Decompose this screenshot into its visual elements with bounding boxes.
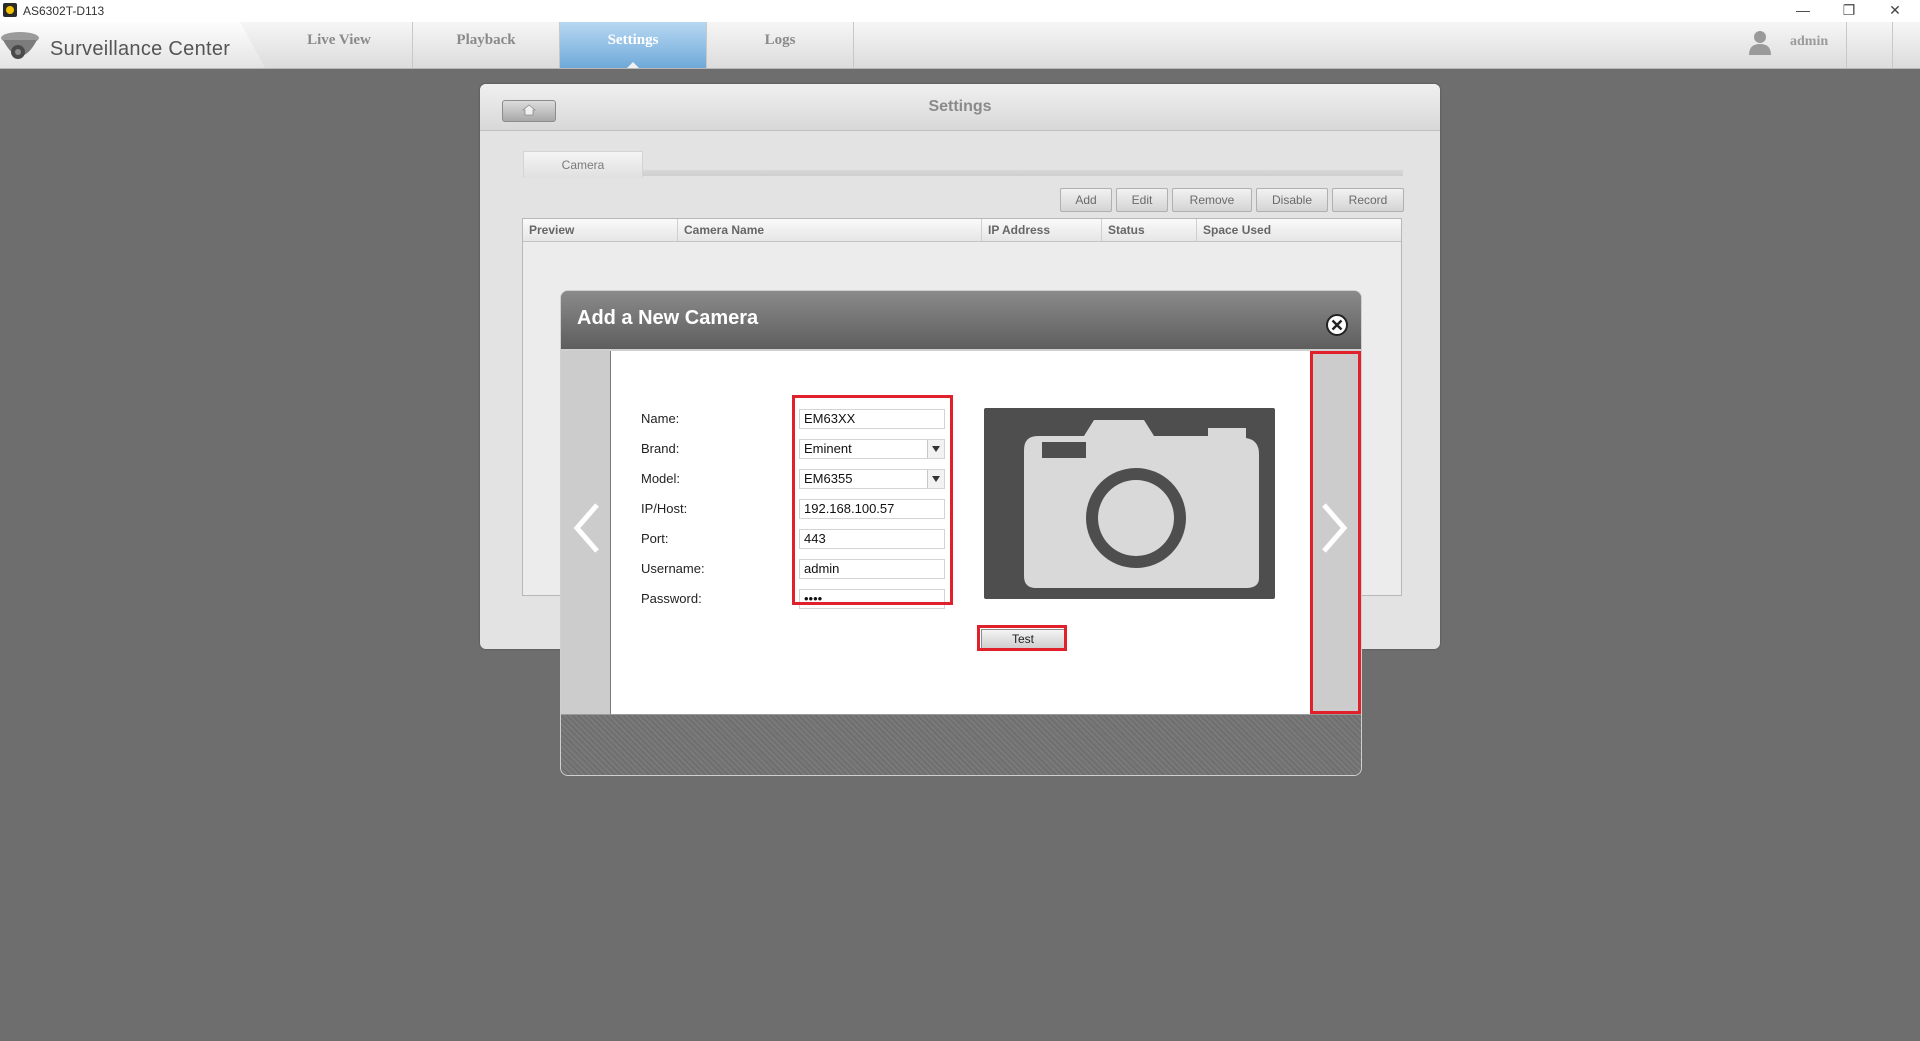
add-button[interactable]: Add [1060,188,1112,212]
user-name: admin [1790,34,1829,49]
record-button[interactable]: Record [1332,188,1404,212]
name-label: Name: [641,411,680,426]
next-button[interactable] [1310,351,1361,714]
user-menu[interactable]: admin [1740,22,1920,68]
dialog-body: Name: Brand: Model: IP/Host: Port: Usern… [611,351,1310,714]
column-header[interactable]: Status [1102,219,1197,241]
fields-highlight [792,395,953,605]
brand-label: Brand: [641,441,680,456]
next-highlight [1310,351,1361,714]
remove-button[interactable]: Remove [1172,188,1252,212]
settings-header: Settings [480,84,1440,131]
minimize-button[interactable]: — [1780,0,1826,22]
disable-button[interactable]: Disable [1256,188,1328,212]
tab-settings[interactable]: Settings [560,22,707,68]
dialog-footer [561,714,1361,775]
dialog-header: Add a New Camera [561,291,1361,351]
column-header[interactable]: Preview [523,219,678,241]
model-label: Model: [641,471,681,486]
page-title: Settings [928,98,992,115]
dome-camera-icon [1,32,39,59]
window-titlebar: AS6302T-D113 — ❐ ✕ [0,0,1920,23]
add-camera-dialog: Add a New Camera Name: Brand: Model: IP/… [560,290,1362,776]
port-label: Port: [641,531,669,546]
tab-live-view[interactable]: Live View [266,22,413,68]
tab-logs[interactable]: Logs [707,22,854,68]
app-name: Surveillance Center [50,38,231,60]
camera-icon [1024,420,1259,588]
chevron-left-icon [573,503,599,553]
divider [1846,22,1847,68]
column-header[interactable]: IP Address [982,219,1102,241]
divider [1892,22,1893,68]
previous-button[interactable] [561,351,610,714]
ip-host-label: IP/Host: [641,501,688,516]
tab-camera[interactable]: Camera [523,151,643,178]
dialog-title: Add a New Camera [577,307,759,329]
close-icon[interactable] [1325,313,1349,337]
table-header: Preview Camera Name IP Address Status Sp… [523,219,1401,242]
password-label: Password: [641,591,702,606]
edit-button[interactable]: Edit [1116,188,1168,212]
window-title: AS6302T-D113 [23,4,105,18]
close-window-button[interactable]: ✕ [1872,0,1918,22]
camera-preview [984,408,1275,599]
user-icon [1749,31,1771,55]
divider [643,170,1403,176]
column-header[interactable]: Camera Name [678,219,982,241]
restore-button[interactable]: ❐ [1826,0,1872,22]
app-header: Surveillance Center Live View Playback S… [0,22,1920,69]
tab-playback[interactable]: Playback [413,22,560,68]
username-label: Username: [641,561,705,576]
app-logo-icon [3,3,17,17]
brand-area: Surveillance Center [0,22,265,68]
test-highlight [977,625,1067,651]
column-header[interactable]: Space Used [1197,219,1401,241]
